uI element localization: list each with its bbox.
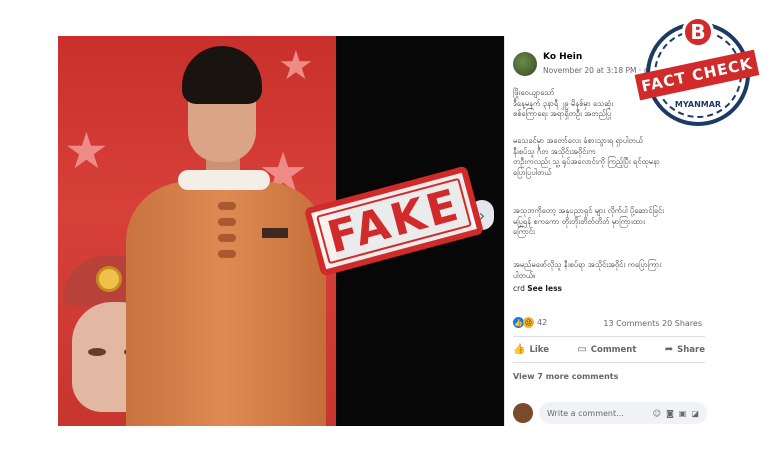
crd-label: crd <box>513 284 525 293</box>
post-paragraph: အမည်မဖော်လိုသူ နီးစပ်ရာ အသိုင်းအဝိုင်း က… <box>513 260 662 280</box>
like-button[interactable]: 👍 Like <box>513 344 549 355</box>
post-footer-line: crd See less <box>513 284 709 295</box>
post-time-text: November 20 at 3:18 PM · <box>543 66 644 75</box>
view-more-comments-link[interactable]: View 7 more comments <box>513 372 618 381</box>
camera-icon[interactable]: ◙ <box>666 409 674 418</box>
see-less-link[interactable]: See less <box>527 284 562 293</box>
share-label: Share <box>677 344 705 355</box>
avatar[interactable] <box>513 52 537 76</box>
avatar <box>513 403 533 423</box>
post-author[interactable]: Ko Hein <box>543 52 582 62</box>
thumbs-up-icon: 👍 <box>513 344 526 355</box>
share-icon: ➦ <box>664 344 674 355</box>
man-figure <box>118 42 336 426</box>
gif-icon[interactable]: ▣ <box>679 409 687 418</box>
share-button[interactable]: ➦ Share <box>665 344 705 355</box>
star-shape: ★ <box>64 122 109 180</box>
emoji-icon[interactable]: ☺ <box>653 409 661 418</box>
comment-button[interactable]: ▭ Comment <box>577 344 636 355</box>
post-actions: 👍 Like ▭ Comment ➦ Share <box>513 344 705 355</box>
comments-count[interactable]: 13 Comments <box>603 319 659 328</box>
reactions-summary[interactable]: 👍 ☹ 42 <box>513 317 547 328</box>
fact-check-badge: B FACT CHECK MYANMAR <box>634 14 760 132</box>
comment-placeholder: Write a comment... <box>547 408 624 418</box>
post-timestamp[interactable]: November 20 at 3:18 PM · ◍ <box>543 66 650 75</box>
reaction-count: 42 <box>537 318 548 327</box>
comment-composer: Write a comment... ☺ ◙ ▣ ◪ <box>513 402 707 424</box>
comment-tools: ☺ ◙ ▣ ◪ <box>653 409 699 418</box>
sad-reaction-icon: ☹ <box>523 317 534 328</box>
post-photo[interactable]: ★ ★ ★ ★ <box>58 36 336 426</box>
shares-count[interactable]: 20 Shares <box>662 319 702 328</box>
like-label: Like <box>529 344 549 355</box>
post-paragraph: အသုဘကိုတော့ အနုပညာရှင် များ လိုက်ပါ ပို့… <box>513 206 665 236</box>
divider <box>513 336 705 337</box>
engagement-counts: 13 Comments 20 Shares <box>603 319 702 328</box>
brand-logo-letter: B <box>682 16 714 48</box>
fact-check-subtitle: MYANMAR <box>674 100 722 109</box>
sticker-icon[interactable]: ◪ <box>691 409 699 418</box>
divider <box>513 362 705 363</box>
comment-icon: ▭ <box>577 344 587 355</box>
comment-input[interactable]: Write a comment... ☺ ◙ ▣ ◪ <box>539 402 707 424</box>
post-paragraph: မသေခင်မှာ အတော်လေး ခံစားသွားရ ရှာပါတယ် န… <box>513 136 660 177</box>
comment-label: Comment <box>590 344 637 355</box>
